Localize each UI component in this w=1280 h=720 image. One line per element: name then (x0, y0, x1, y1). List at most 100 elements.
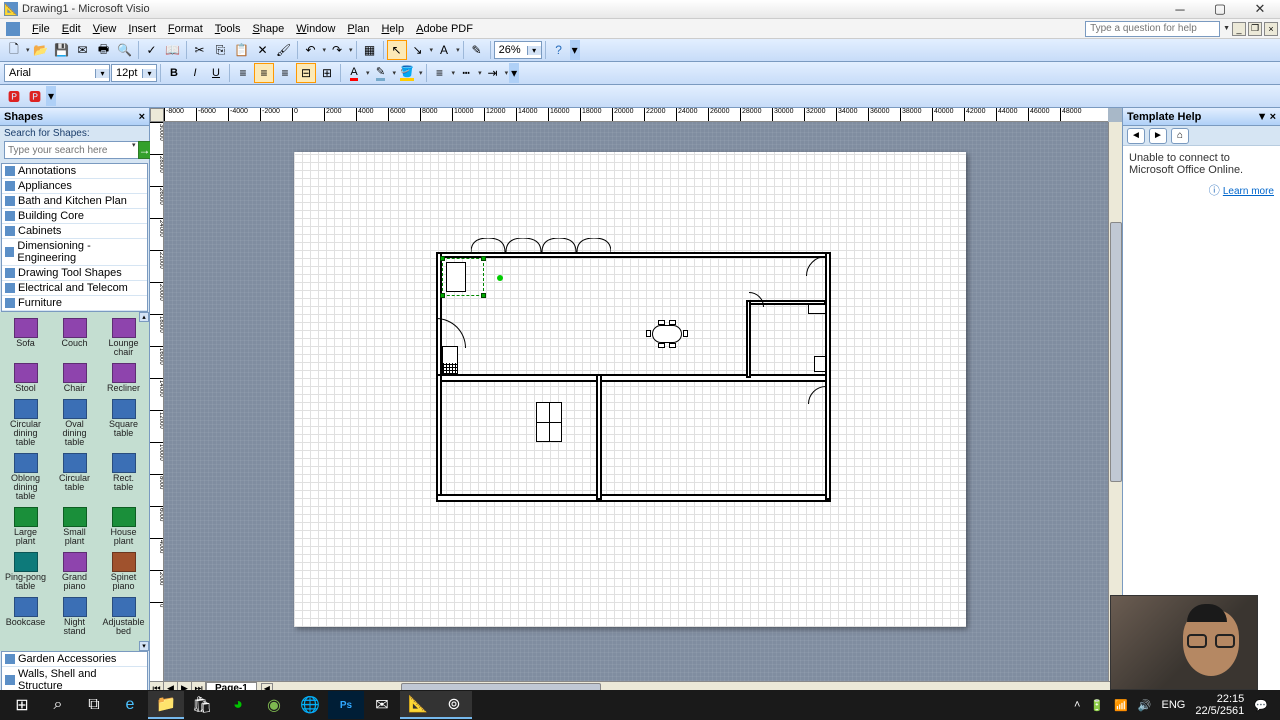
tray-lang[interactable]: ENG (1162, 699, 1186, 711)
connector-tool-button[interactable]: ↘ (408, 40, 428, 60)
shape-house-plant[interactable]: House plant (100, 505, 147, 548)
stencil-electrical-and-telecom[interactable]: Electrical and Telecom (2, 281, 147, 296)
stencil-bath-and-kitchen-plan[interactable]: Bath and Kitchen Plan (2, 194, 147, 209)
stencil-garden-accessories[interactable]: Garden Accessories (2, 652, 147, 667)
template-help-dropdown-icon[interactable]: ▼ (1257, 111, 1268, 123)
close-button[interactable]: ✕ (1240, 0, 1280, 19)
shape-grand-piano[interactable]: Grand piano (51, 550, 98, 593)
toolbar-options-button[interactable]: ▾ (570, 40, 580, 60)
open-button[interactable]: 📂 (31, 40, 51, 60)
format-painter-button[interactable]: 🖌 (274, 40, 294, 60)
line-weight-button[interactable]: ≡ (430, 63, 450, 83)
shape-rect-table[interactable]: Rect. table (100, 451, 147, 503)
shapes-window-button[interactable]: ▦ (360, 40, 380, 60)
fixture-shape[interactable] (814, 356, 826, 372)
menu-insert[interactable]: Insert (122, 21, 162, 37)
th-back-button[interactable]: ◄ (1127, 128, 1145, 144)
zoom-dropdown[interactable]: ▾ (494, 41, 542, 59)
store-button[interactable]: 🛍 (184, 691, 220, 719)
ink-button[interactable]: ✎ (467, 40, 487, 60)
menu-adobe-pdf[interactable]: Adobe PDF (410, 21, 479, 37)
wall-room-v[interactable] (746, 300, 751, 378)
stencil-building-core[interactable]: Building Core (2, 209, 147, 224)
wall-mid-v[interactable] (596, 374, 602, 500)
menu-edit[interactable]: Edit (56, 21, 87, 37)
align-right-button[interactable]: ≡ (275, 63, 295, 83)
fill-color-button[interactable]: 🪣 (397, 63, 417, 83)
minimize-button[interactable]: ─ (1160, 0, 1200, 19)
wall-mid-h1[interactable] (436, 374, 601, 382)
shapes-panel-close-icon[interactable]: × (139, 111, 145, 123)
undo-button[interactable]: ↶ (301, 40, 321, 60)
shape-oblong-dining-table[interactable]: Oblong dining table (2, 451, 49, 503)
menu-tools[interactable]: Tools (209, 21, 247, 37)
zoom-value[interactable] (495, 44, 527, 56)
font-name-value[interactable] (5, 67, 95, 79)
template-help-close-icon[interactable]: × (1270, 111, 1276, 123)
pdf-create-button[interactable]: 🅿 (4, 86, 24, 106)
windows-top[interactable] (471, 238, 611, 252)
menu-file[interactable]: File (26, 21, 56, 37)
tray-wifi-icon[interactable]: 📶 (1114, 699, 1128, 712)
floorplan[interactable] (436, 242, 831, 502)
shape-oval-dining-table[interactable]: Oval dining table (51, 397, 98, 449)
stencil-furniture[interactable]: Furniture (2, 296, 147, 311)
cut-button[interactable]: ✂ (190, 40, 210, 60)
font-size-dropdown[interactable]: ▾ (111, 64, 157, 82)
wall-mid-h2[interactable] (600, 374, 830, 382)
shape-sofa[interactable]: Sofa (2, 316, 49, 359)
email-button[interactable]: ✉ (73, 40, 93, 60)
font-color-button[interactable]: A (344, 63, 364, 83)
gallery-scroll-down-button[interactable]: ▾ (139, 641, 149, 651)
shape-night-stand[interactable]: Night stand (51, 595, 98, 638)
search-dropdown-arrow-icon[interactable]: ▾ (132, 141, 136, 159)
shape-square-table[interactable]: Square table (100, 397, 147, 449)
wall-right[interactable] (825, 252, 831, 500)
help-search-arrow-icon[interactable]: ▼ (1223, 25, 1230, 32)
dining-table-shape[interactable] (646, 320, 688, 348)
menu-help[interactable]: Help (375, 21, 410, 37)
font-size-value[interactable] (112, 67, 142, 79)
text-tool-button[interactable]: A (434, 40, 454, 60)
doc-minimize-button[interactable]: _ (1232, 22, 1246, 36)
shape-circular-dining-table[interactable]: Circular dining table (2, 397, 49, 449)
obs-button[interactable]: ⊚ (436, 691, 472, 719)
start-button[interactable]: ⊞ (4, 691, 40, 719)
stencil-cabinets[interactable]: Cabinets (2, 224, 147, 239)
align-center-button[interactable]: ≡ (254, 63, 274, 83)
line-ends-button[interactable]: ⇥ (483, 63, 503, 83)
save-button[interactable]: 💾 (52, 40, 72, 60)
shape-lounge-chair[interactable]: Lounge chair (100, 316, 147, 359)
italic-button[interactable]: I (185, 63, 205, 83)
line-pattern-button[interactable]: ┅ (456, 63, 476, 83)
shape-adjustable-bed[interactable]: Adjustable bed (100, 595, 147, 638)
chrome-button[interactable]: 🌐 (292, 691, 328, 719)
mail-button[interactable]: ✉ (364, 691, 400, 719)
paste-button[interactable]: 📋 (232, 40, 252, 60)
shape-stool[interactable]: Stool (2, 361, 49, 395)
stencil-drawing-tool-shapes[interactable]: Drawing Tool Shapes (2, 266, 147, 281)
format-toolbar-options-button[interactable]: ▾ (509, 63, 519, 83)
shape-ping-pong-table[interactable]: Ping-pong table (2, 550, 49, 593)
underline-button[interactable]: U (206, 63, 226, 83)
shape-chair[interactable]: Chair (51, 361, 98, 395)
shape-circular-table[interactable]: Circular table (51, 451, 98, 503)
line-button[interactable]: ◕ (220, 691, 256, 719)
tray-clock[interactable]: 22:15 22/5/2561 (1195, 693, 1244, 717)
print-preview-button[interactable]: 🔍 (115, 40, 135, 60)
menu-plan[interactable]: Plan (341, 21, 375, 37)
selected-shape[interactable] (442, 258, 484, 296)
menu-window[interactable]: Window (290, 21, 341, 37)
photoshop-button[interactable]: Ps (328, 691, 364, 719)
shape-recliner[interactable]: Recliner (100, 361, 147, 395)
wall-left-lower[interactable] (436, 374, 442, 500)
stencil-appliances[interactable]: Appliances (2, 179, 147, 194)
shape-small-plant[interactable]: Small plant (51, 505, 98, 548)
tray-up-icon[interactable]: ˄ (1074, 699, 1080, 711)
gallery-scroll-up-button[interactable]: ▴ (139, 312, 149, 322)
th-forward-button[interactable]: ► (1149, 128, 1167, 144)
help-button[interactable]: ? (549, 40, 569, 60)
window-shape[interactable] (536, 402, 562, 442)
maximize-button[interactable]: ▢ (1200, 0, 1240, 19)
menu-format[interactable]: Format (162, 21, 209, 37)
